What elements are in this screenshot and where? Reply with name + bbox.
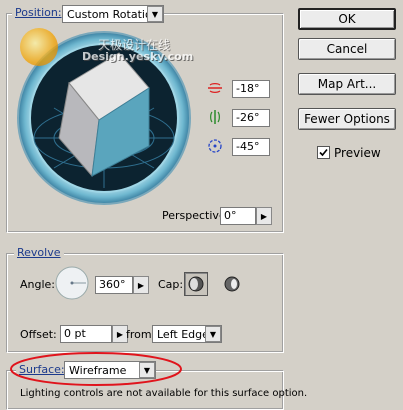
preview-label: Preview	[334, 146, 381, 160]
preview-checkbox[interactable]	[317, 146, 330, 159]
cap-on-icon	[188, 276, 204, 292]
map-art-button[interactable]: Map Art...	[298, 73, 396, 95]
offset-label: Offset:	[20, 328, 57, 341]
from-select-value: Left Edge	[157, 327, 205, 341]
angle-field[interactable]: 360°	[95, 276, 133, 294]
chevron-right-icon: ▶	[260, 211, 268, 221]
position-preset-value: Custom Rotation	[67, 7, 147, 21]
chevron-down-icon: ▼	[205, 326, 221, 342]
chevron-right-icon: ▶	[137, 280, 145, 290]
position-preset-select[interactable]: Custom Rotation ▼	[62, 5, 164, 23]
cap-off-button[interactable]	[222, 272, 242, 296]
fewer-options-button[interactable]: Fewer Options	[298, 108, 396, 130]
revolve-legend-label: Revolve	[17, 246, 61, 259]
cap-label: Cap:	[158, 278, 184, 291]
rotate-z-icon	[208, 139, 222, 153]
position-legend: Position:	[12, 6, 65, 19]
angle-label: Angle:	[20, 278, 56, 291]
angle-dial[interactable]	[54, 265, 90, 301]
offset-field[interactable]: 0 pt	[60, 325, 112, 343]
rotate-z-field[interactable]: -45°	[232, 138, 270, 156]
chevron-down-icon: ▼	[147, 6, 163, 22]
rotate-y-field[interactable]: -26°	[232, 109, 270, 127]
checkmark-icon	[319, 148, 328, 157]
cancel-button[interactable]: Cancel	[298, 38, 396, 60]
from-select[interactable]: Left Edge ▼	[152, 325, 222, 343]
revolve-legend: Revolve	[14, 246, 64, 259]
rotate-y-icon	[210, 110, 220, 124]
watermark-logo	[20, 28, 58, 66]
surface-note: Lighting controls are not available for …	[20, 388, 308, 399]
rotate-x-field[interactable]: -18°	[232, 80, 270, 98]
watermark-line2: Design.yesky.com	[82, 50, 194, 63]
chevron-right-icon: ▶	[116, 329, 124, 339]
position-legend-label: Position:	[15, 6, 62, 19]
ok-button[interactable]: OK	[298, 8, 396, 30]
cap-off-icon	[224, 276, 240, 292]
cap-on-button[interactable]	[184, 272, 208, 296]
from-label: from	[126, 328, 152, 341]
rotate-x-icon	[208, 83, 222, 93]
perspective-stepper[interactable]: ▶	[256, 207, 272, 225]
highlight-ellipse	[10, 352, 182, 386]
angle-stepper[interactable]: ▶	[133, 276, 149, 294]
perspective-field[interactable]: 0°	[220, 207, 256, 225]
